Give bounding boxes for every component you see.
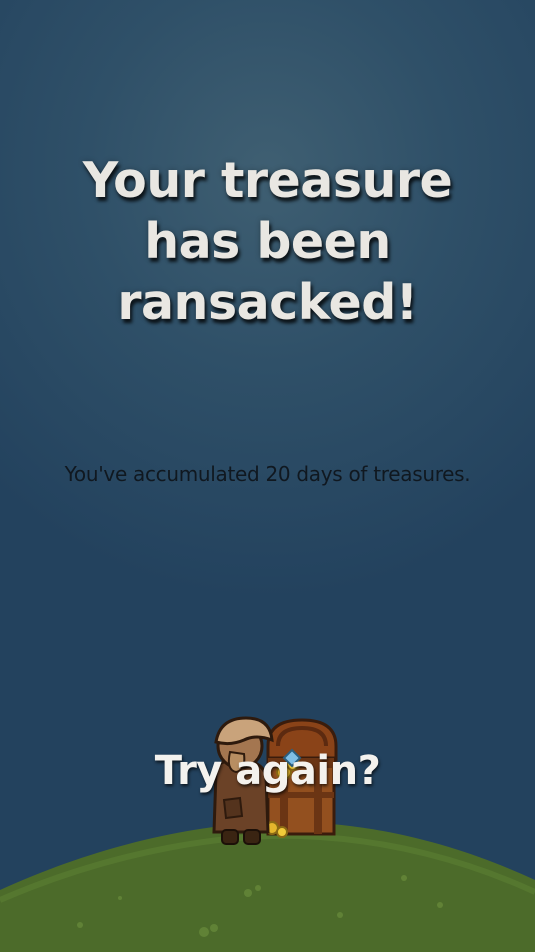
try-again-button[interactable]: Try again? — [0, 748, 535, 794]
game-over-screen: Your treasure has been ransacked! You've… — [0, 0, 535, 952]
